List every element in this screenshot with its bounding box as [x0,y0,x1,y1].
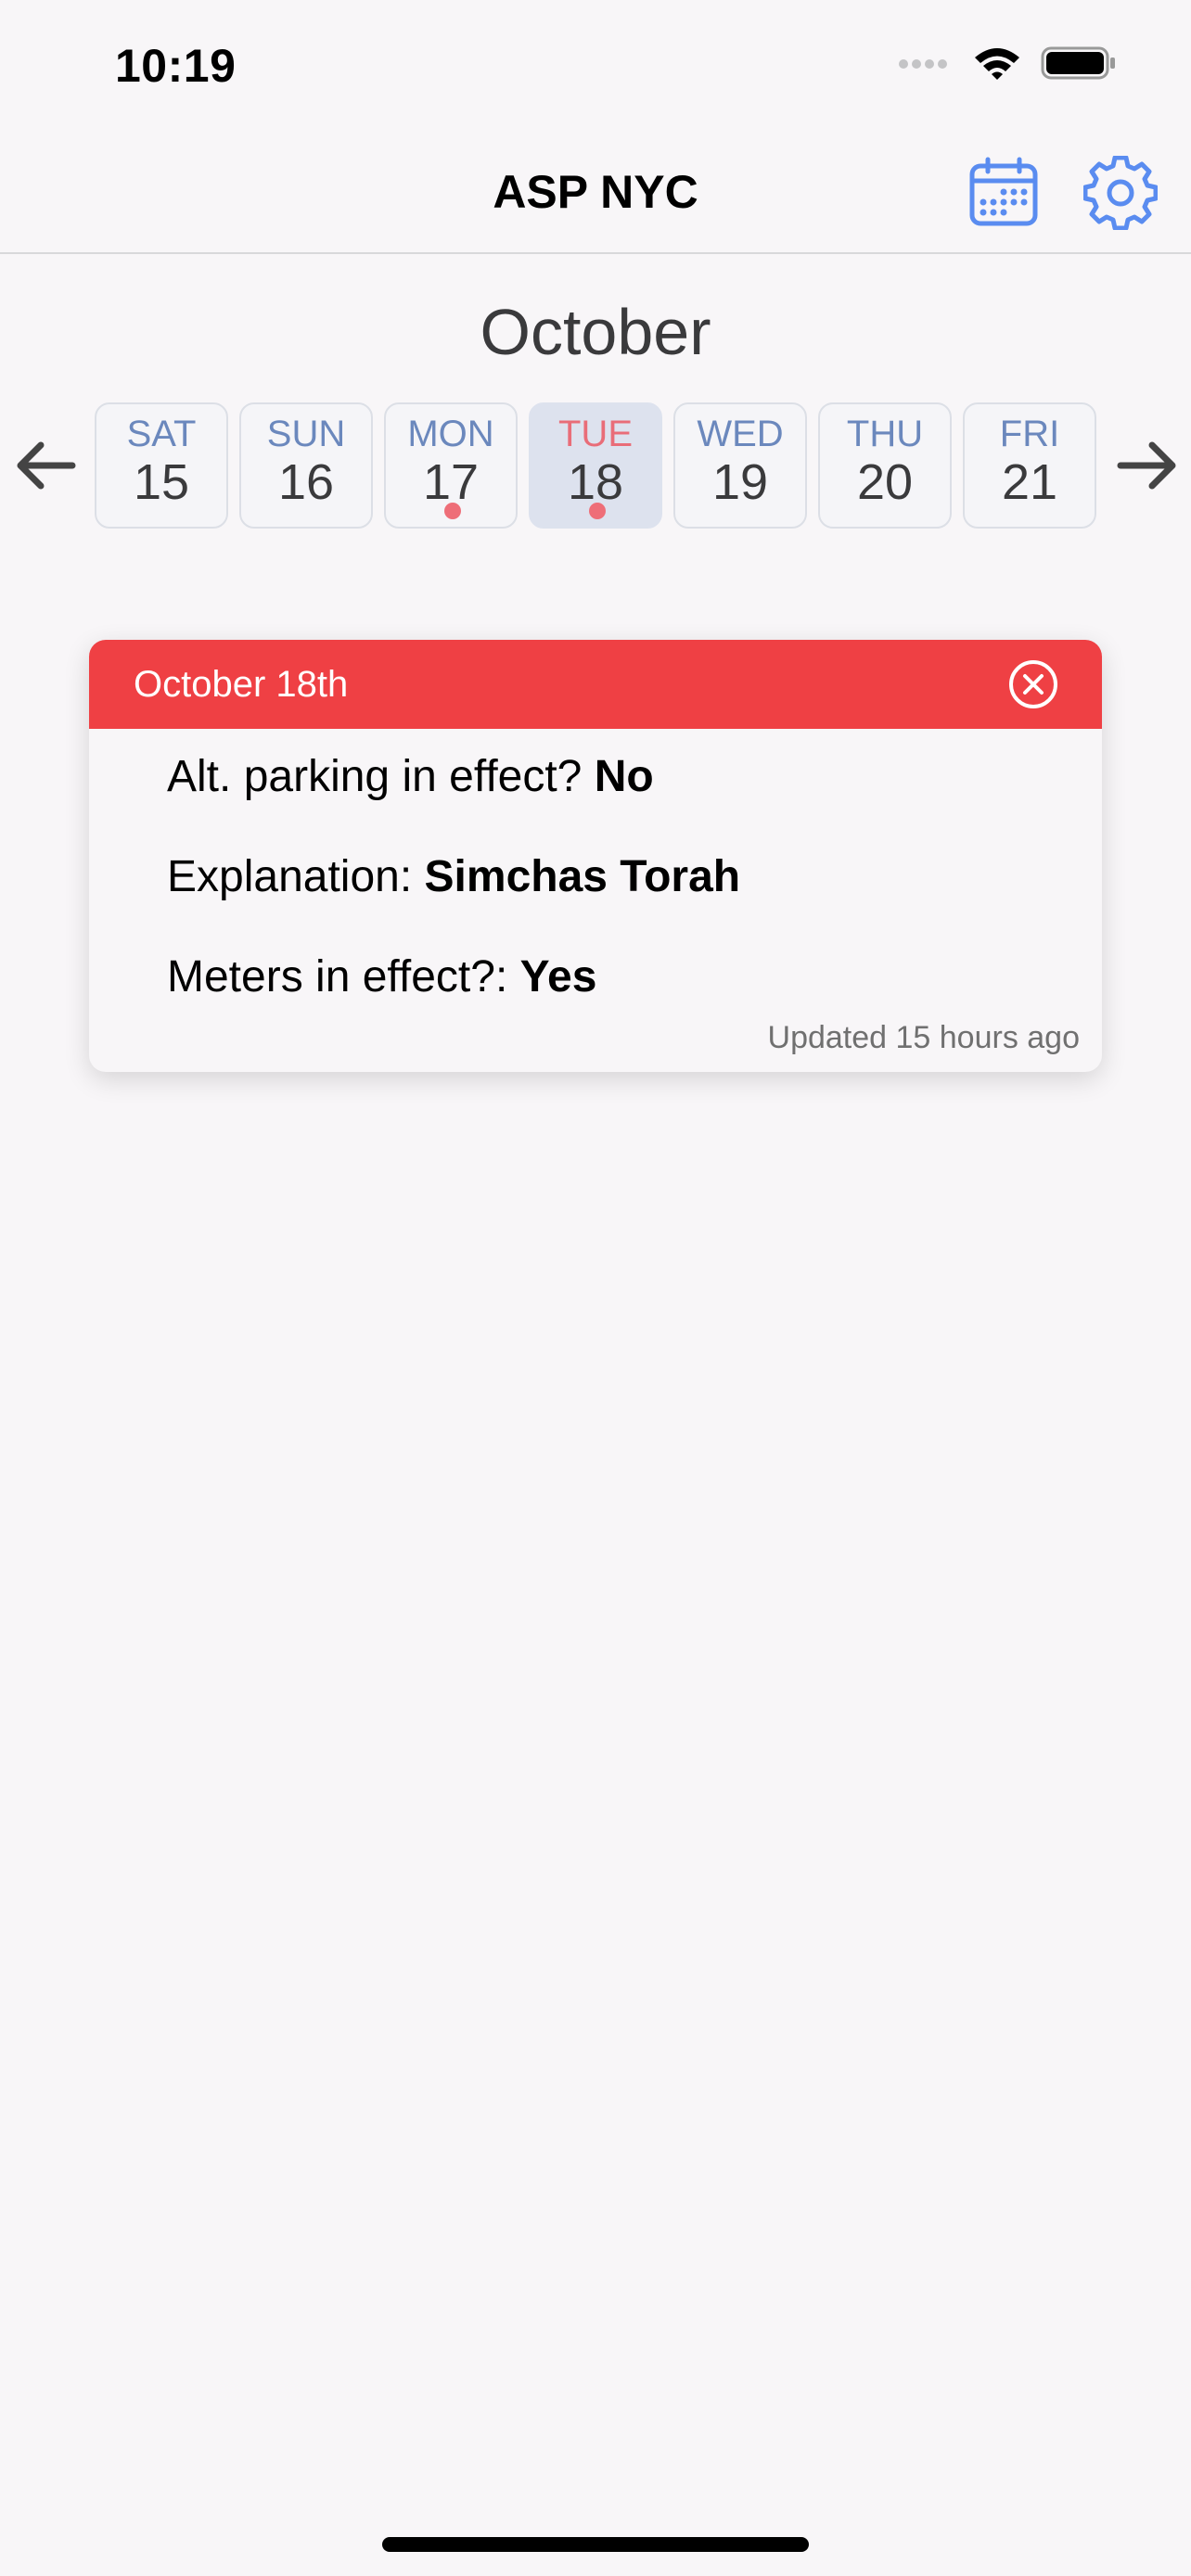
day-number: 16 [277,454,335,510]
day-cell-sun-16[interactable]: SUN 16 [239,402,373,529]
calendar-icon [969,157,1038,226]
day-cell-fri-21[interactable]: FRI 21 [963,402,1096,529]
day-name: TUE [558,414,633,454]
close-card-button[interactable] [1000,651,1067,718]
card-header: October 18th [89,640,1102,729]
month-title: October [480,296,711,368]
explanation-line: Explanation: Simchas Torah [167,851,740,902]
home-indicator [382,2537,809,2552]
asp-label: Alt. parking in effect? [167,752,595,801]
day-number: 19 [711,454,769,510]
updated-timestamp: Updated 15 hours ago [767,1020,1080,1055]
day-number: 18 [567,454,624,510]
day-name: SUN [266,414,346,454]
nav-bar: ASP NYC [0,130,1191,254]
status-bar: 10:19 [0,0,1191,130]
day-cell-sat-15[interactable]: SAT 15 [95,402,228,529]
signal-icon [899,59,947,69]
battery-icon [1041,46,1115,80]
close-circle-icon [1009,660,1057,708]
day-name: FRI [999,414,1060,454]
day-cell-thu-20[interactable]: THU 20 [818,402,952,529]
asp-status-line: Alt. parking in effect? No [167,751,654,802]
meters-label: Meters in effect?: [167,952,520,1001]
status-icons [898,45,1117,82]
explanation-label: Explanation: [167,852,425,901]
explanation-value: Simchas Torah [424,852,741,901]
day-detail-card: October 18th Alt. parking in effect? No … [89,640,1102,1072]
settings-button[interactable] [1083,156,1158,230]
asp-value: No [594,752,654,801]
day-name: MON [407,414,494,454]
day-cell-mon-17[interactable]: MON 17 [384,402,518,529]
week-selector: SAT 15 SUN 16 MON 17 TUE 18 WED 19 THU 2… [0,402,1191,529]
day-number: 17 [422,454,480,510]
event-dot [589,503,606,519]
arrow-left-icon [17,441,76,490]
card-date: October 18th [134,664,349,705]
day-number: 21 [1001,454,1058,510]
day-cell-tue-18[interactable]: TUE 18 [529,402,662,529]
meters-line: Meters in effect?: Yes [167,951,596,1002]
event-dot [444,503,461,519]
day-name: THU [846,414,924,454]
meters-value: Yes [519,952,597,1001]
calendar-button[interactable] [967,156,1041,230]
day-name: SAT [126,414,197,454]
previous-week-button[interactable] [9,430,80,501]
day-number: 20 [856,454,914,510]
status-time: 10:19 [115,40,237,92]
wifi-icon [975,48,1019,80]
gear-icon [1083,156,1158,230]
day-cell-wed-19[interactable]: WED 19 [673,402,807,529]
arrow-right-icon [1117,441,1176,490]
next-week-button[interactable] [1113,430,1184,501]
day-name: WED [697,414,784,454]
day-number: 15 [133,454,190,510]
